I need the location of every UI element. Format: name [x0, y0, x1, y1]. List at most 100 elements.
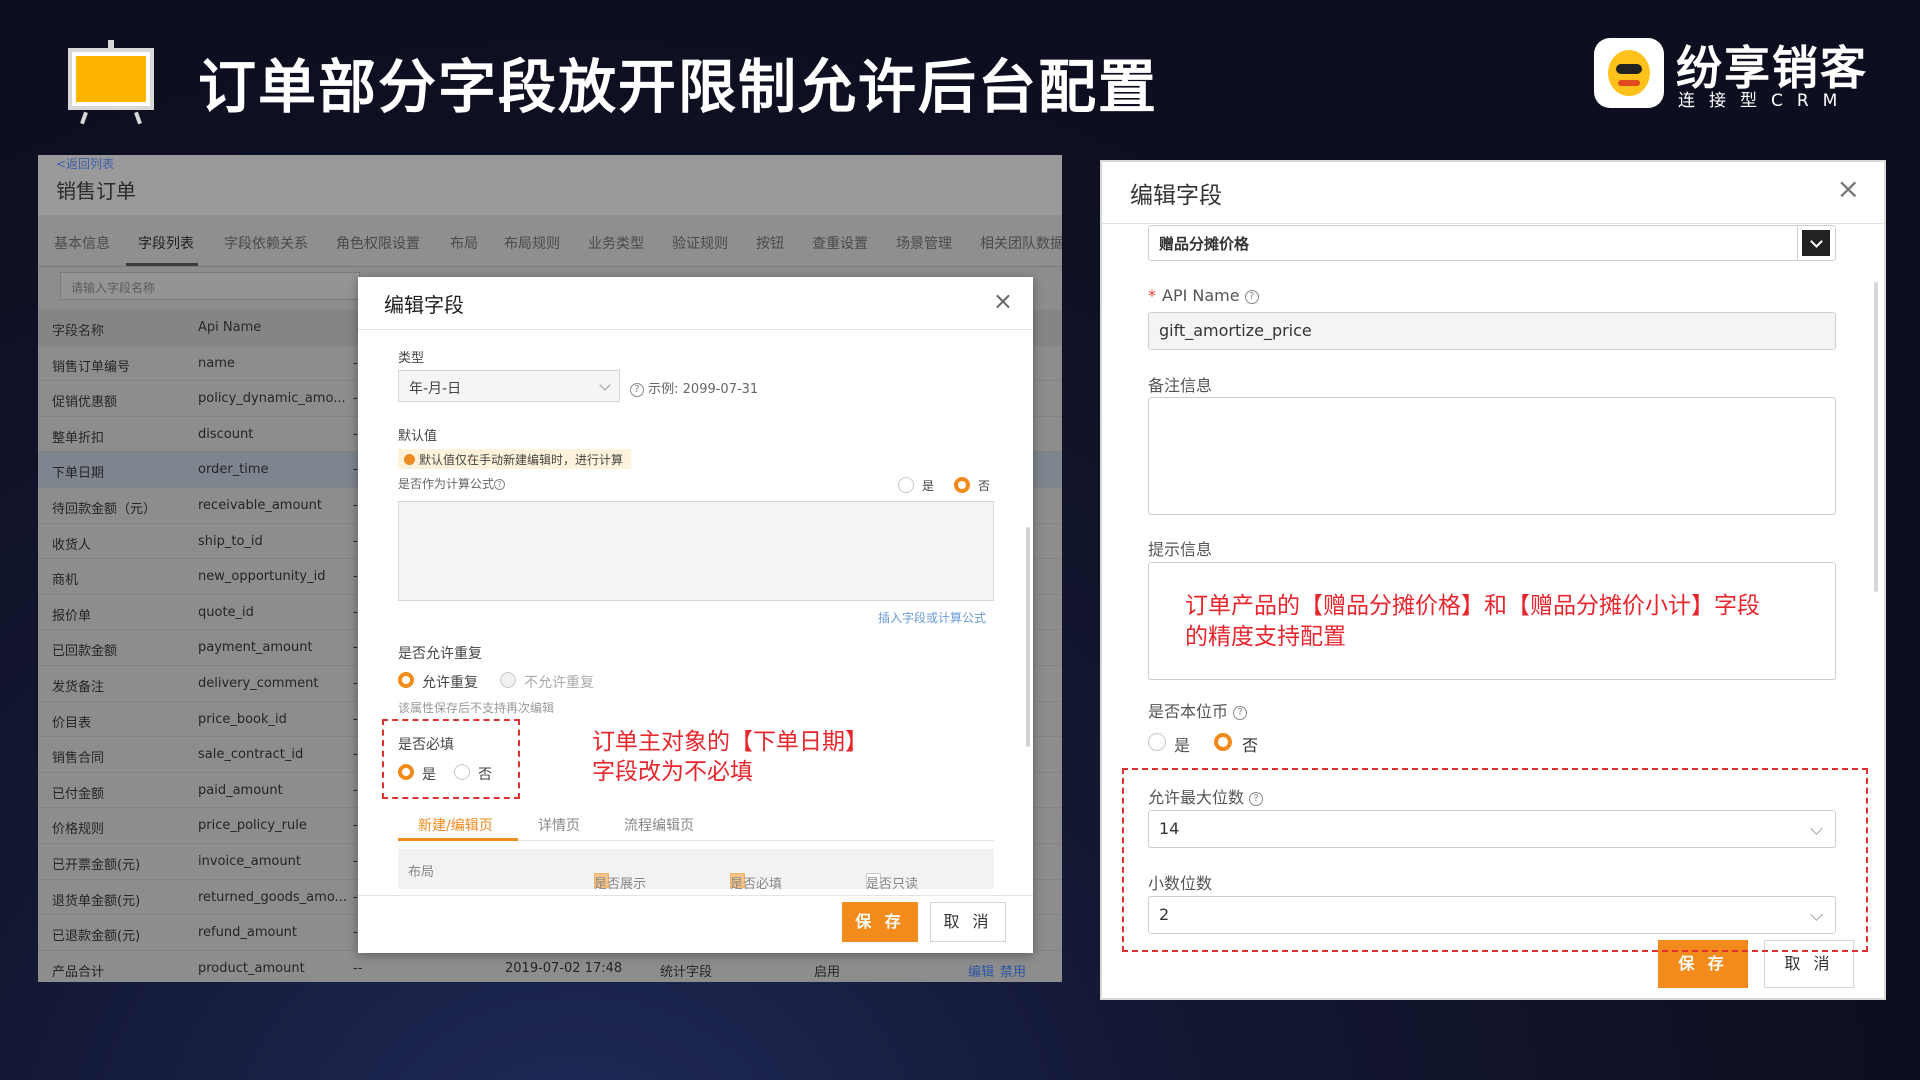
api-name-cell: order_time	[198, 462, 269, 478]
annotation-note: 订单主对象的【下单日期】 字段改为不必填	[592, 727, 868, 787]
remark-textarea[interactable]	[1148, 397, 1836, 515]
base-currency-no-radio[interactable]	[1214, 733, 1232, 751]
save-button[interactable]: 保 存	[842, 902, 918, 942]
allow-duplicate-radio[interactable]	[398, 672, 414, 688]
tab-role-permissions[interactable]: 角色权限设置	[336, 233, 420, 253]
base-currency-no-label: 否	[1242, 736, 1259, 755]
api-name-input[interactable]: gift_amortize_price	[1148, 312, 1836, 350]
tab-basic-info[interactable]: 基本信息	[54, 233, 110, 253]
api-name-cell: product_amount	[198, 960, 305, 976]
modal-title: 编辑字段	[384, 293, 464, 317]
tab-dedup-settings[interactable]: 查重设置	[812, 233, 868, 253]
allow-duplicate-label: 是否允许重复	[398, 646, 482, 662]
warning-icon	[404, 454, 415, 465]
tab-field-list[interactable]: 字段列表	[138, 233, 194, 253]
formula-yes-label: 是	[922, 479, 935, 493]
tab-field-dependency[interactable]: 字段依赖关系	[224, 233, 308, 253]
api-name-cell: price_policy_rule	[198, 818, 307, 834]
default-value-label: 默认值	[398, 429, 438, 444]
edit-field-modal-left: 编辑字段 × 类型 年-月-日 ? 示例: 2099-07-31 默认值 默认值…	[358, 277, 1033, 953]
help-icon: ?	[1244, 289, 1259, 304]
close-icon[interactable]: ×	[993, 287, 1013, 315]
tab-business-type[interactable]: 业务类型	[588, 233, 644, 253]
chevron-down-icon	[599, 379, 611, 391]
help-icon: ?	[1233, 705, 1248, 720]
api-name-cell: paid_amount	[198, 782, 283, 798]
field-name-cell: 销售订单编号	[52, 359, 131, 375]
layout-sub-tabs: 新建/编辑页 详情页 流程编辑页	[398, 809, 994, 841]
deny-duplicate-radio[interactable]	[500, 672, 516, 688]
modal-scrollbar[interactable]	[1026, 527, 1030, 747]
back-to-list-link[interactable]: <返回列表	[56, 155, 114, 172]
field-name-cell: 促销优惠额	[52, 395, 118, 411]
field-search-input[interactable]: 请输入字段名称	[60, 272, 360, 300]
formula-no-label: 否	[978, 479, 991, 493]
disable-link[interactable]: 禁用	[1000, 961, 1026, 980]
brand-logo: 纷享销客 连接型CRM	[1594, 38, 1874, 111]
formula-textarea[interactable]	[398, 501, 994, 601]
field-name-cell: 已付金额	[52, 786, 105, 802]
table-row[interactable]: 产品合计 product_amount -- 2019-07-02 17:48 …	[38, 951, 1062, 982]
layout-column: 布局	[408, 865, 435, 880]
object-title: 销售订单	[56, 179, 136, 203]
warning-text: 默认值仅在手动新建编辑时，进行计算	[419, 453, 624, 467]
tab-flow-edit-page[interactable]: 流程编辑页	[624, 815, 694, 835]
tab-buttons[interactable]: 按钮	[756, 233, 784, 253]
api-name-cell: name	[198, 355, 235, 371]
tab-layout-rules[interactable]: 布局规则	[504, 233, 560, 253]
object-tabs: 基本信息 字段列表 字段依赖关系 角色权限设置 布局 布局规则 业务类型 验证规…	[38, 215, 1062, 267]
insert-formula-link[interactable]: 插入字段或计算公式	[878, 609, 986, 626]
tab-new-edit-page[interactable]: 新建/编辑页	[418, 815, 493, 835]
field-name-cell: 报价单	[52, 608, 92, 624]
deny-duplicate-option: 不允许重复	[524, 675, 594, 691]
tab-layout[interactable]: 布局	[450, 233, 478, 253]
hint-textarea[interactable]: 订单产品的【赠品分摊价格】和【赠品分摊价小计】字段 的精度支持配置	[1148, 562, 1836, 680]
base-currency-yes-radio[interactable]	[1148, 733, 1166, 751]
api-name-cell: delivery_comment	[198, 676, 319, 691]
active-sub-tab-indicator	[398, 838, 518, 841]
show-column-label: 是否展示	[594, 877, 647, 892]
base-currency-label: 是否本位币 ?	[1148, 698, 1248, 722]
example-hint: ? 示例: 2099-07-31	[630, 378, 758, 397]
modal-scrollbar[interactable]	[1874, 282, 1878, 592]
presentation-board-icon	[68, 40, 154, 125]
formula-yes-radio[interactable]	[898, 477, 914, 493]
date-format-value: 年-月-日	[409, 381, 462, 397]
field-name-cell: 已开票金额(元)	[52, 858, 141, 873]
permission-header-row: 布局 是否展示 是否必填 是否只读	[398, 849, 994, 892]
modal-title: 编辑字段	[1130, 183, 1222, 209]
api-name-cell: policy_dynamic_amo...	[198, 391, 346, 407]
status-cell: 启用	[814, 964, 841, 980]
field-label-select[interactable]: 赠品分摊价格	[1148, 225, 1836, 261]
tab-validation-rules[interactable]: 验证规则	[672, 233, 728, 253]
hint-annotation: 订单产品的【赠品分摊价格】和【赠品分摊价小计】字段 的精度支持配置	[1185, 591, 1760, 653]
dropdown-toggle[interactable]	[1797, 226, 1835, 260]
allow-duplicate-option: 允许重复	[422, 675, 478, 691]
brand-subtitle: 连接型CRM	[1678, 91, 1852, 111]
hint-line: 的精度支持配置	[1185, 624, 1346, 650]
tab-detail-page[interactable]: 详情页	[538, 815, 580, 835]
api-name-label-text: API Name	[1162, 286, 1240, 305]
formula-no-radio[interactable]	[954, 477, 970, 493]
bee-logo-icon	[1594, 38, 1664, 108]
edit-field-modal-right: 编辑字段 × 赠品分摊价格 * API Name ? gift_amortize_…	[1100, 160, 1886, 1000]
base-currency-yes-label: 是	[1174, 736, 1191, 755]
api-name-label: * API Name ?	[1148, 286, 1259, 305]
api-name-cell: sale_contract_id	[198, 747, 304, 763]
api-name-cell: discount	[198, 426, 254, 442]
page-title: 订单部分字段放开限制允许后台配置	[198, 53, 1159, 121]
close-icon[interactable]: ×	[1837, 172, 1860, 205]
annotation-line: 订单主对象的【下单日期】	[592, 729, 868, 755]
tab-scene-management[interactable]: 场景管理	[896, 233, 952, 253]
api-name-cell: price_book_id	[198, 711, 287, 727]
edit-link[interactable]: 编辑	[968, 961, 994, 980]
cancel-button[interactable]: 取 消	[930, 902, 1006, 942]
tab-team-data[interactable]: 相关团队数据	[980, 233, 1062, 253]
required-highlight-box	[382, 719, 520, 799]
dash-cell: --	[353, 960, 363, 976]
api-name-cell: ship_to_id	[198, 533, 263, 549]
date-format-select[interactable]: 年-月-日	[398, 370, 620, 402]
default-value-warning: 默认值仅在手动新建编辑时，进行计算	[398, 449, 632, 469]
readonly-column-label: 是否只读	[866, 877, 919, 892]
field-name-cell: 待回款金额（元）	[52, 502, 157, 517]
